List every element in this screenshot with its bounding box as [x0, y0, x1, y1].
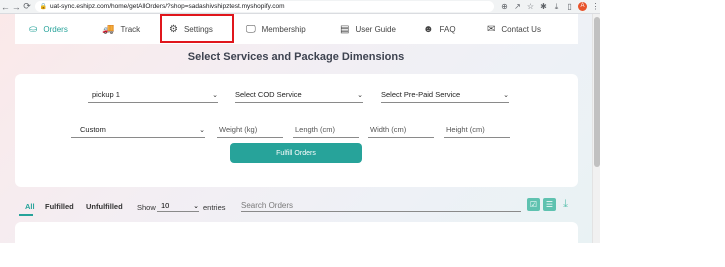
tab-all[interactable]: All	[25, 202, 35, 211]
tab-unfulfilled[interactable]: Unfulfilled	[86, 202, 123, 211]
nav-faq[interactable]: ☻ FAQ	[423, 14, 456, 44]
zoom-icon[interactable]: ⊕	[500, 2, 509, 11]
download-icon[interactable]: ⤓	[559, 198, 572, 211]
bulk-edit-icon[interactable]: ☑	[527, 198, 540, 211]
nav-contact-us[interactable]: ✉ Contact Us	[487, 14, 541, 44]
download-icon[interactable]: ⤓	[552, 2, 561, 12]
package-select-value: Custom	[80, 125, 106, 134]
pickup-select[interactable]: pickup 1 ⌄	[88, 87, 218, 103]
prepaid-service-select[interactable]: Select Pre-Paid Service ⌄	[381, 87, 509, 103]
nav-orders[interactable]: ⛀ Orders	[29, 14, 68, 44]
active-tab-indicator	[19, 214, 33, 216]
orders-filter-bar: All Fulfilled Unfulfilled Show 10 ⌄ entr…	[0, 198, 592, 216]
nav-user-guide[interactable]: ▤ User Guide	[340, 14, 396, 44]
document-icon: ▤	[340, 23, 350, 35]
address-bar[interactable]: 🔒 uat-sync.eshipz.com/home/getAllOrders/…	[35, 1, 495, 12]
width-placeholder: Width (cm)	[370, 125, 407, 134]
weight-placeholder: Weight (kg)	[219, 125, 258, 134]
entries-label: entries	[203, 203, 226, 212]
page-title: Select Services and Package Dimensions	[187, 51, 405, 63]
chevron-down-icon: ⌄	[193, 202, 199, 210]
reload-icon[interactable]: ⟳	[22, 1, 33, 13]
back-icon[interactable]: ←	[0, 1, 11, 13]
chevron-down-icon: ⌄	[212, 91, 218, 99]
height-input[interactable]: Height (cm)	[444, 122, 510, 138]
nav-contact-us-label: Contact Us	[501, 24, 541, 34]
cod-service-select[interactable]: Select COD Service ⌄	[235, 87, 363, 103]
envelope-icon: ✉	[487, 23, 496, 35]
sidepanel-icon[interactable]: ▯	[565, 2, 574, 11]
lock-icon: 🔒	[39, 4, 47, 10]
browser-toolbar: ← → ⟳ 🔒 uat-sync.eshipz.com/home/getAllO…	[0, 0, 600, 14]
dimensions-card: pickup 1 ⌄ Select COD Service ⌄ Select P…	[15, 74, 578, 187]
fulfill-orders-button[interactable]: Fulfill Orders	[230, 143, 362, 163]
entries-per-page-value: 10	[161, 201, 170, 210]
chevron-down-icon: ⌄	[199, 126, 205, 134]
profile-avatar[interactable]: A	[578, 2, 588, 11]
length-input[interactable]: Length (cm)	[293, 122, 359, 138]
nav-track-label: Track	[120, 24, 141, 34]
forward-icon[interactable]: →	[11, 1, 22, 13]
show-label: Show	[137, 203, 156, 212]
entries-per-page-select[interactable]: 10 ⌄	[157, 200, 199, 212]
chevron-down-icon: ⌄	[503, 91, 509, 99]
search-orders-input[interactable]: Search Orders	[241, 200, 521, 212]
nav-orders-label: Orders	[43, 24, 68, 34]
tab-fulfilled[interactable]: Fulfilled	[45, 202, 74, 211]
package-select[interactable]: Custom ⌄	[71, 122, 205, 138]
faq-icon: ☻	[423, 23, 434, 35]
orders-table-card	[15, 222, 578, 243]
height-placeholder: Height (cm)	[446, 125, 485, 134]
length-placeholder: Length (cm)	[295, 125, 336, 134]
search-orders-placeholder: Search Orders	[241, 201, 294, 210]
cod-service-select-value: Select COD Service	[235, 90, 302, 99]
chevron-down-icon: ⌄	[357, 91, 363, 99]
nav-membership-label: Membership	[261, 24, 306, 34]
share-icon[interactable]: ↗	[513, 2, 522, 11]
weight-input[interactable]: Weight (kg)	[217, 122, 283, 138]
list-view-icon[interactable]: ☰	[543, 198, 556, 211]
url-text: uat-sync.eshipz.com/home/getAllOrders/?s…	[49, 3, 285, 10]
orders-tray-icon: ⛀	[29, 23, 38, 35]
nav-track[interactable]: 🚚 Track	[102, 14, 140, 44]
page-content: ⛀ Orders 🚚 Track ⚙ Settings 🖵 Membership…	[0, 14, 592, 243]
extensions-icon[interactable]: ✱	[539, 2, 548, 11]
nav-faq-label: FAQ	[439, 24, 456, 34]
truck-icon: 🚚	[102, 23, 115, 35]
width-input[interactable]: Width (cm)	[368, 122, 434, 138]
menu-kebab-icon[interactable]: ⋮	[591, 2, 600, 11]
scrollbar-thumb[interactable]	[594, 17, 600, 167]
page-scrollbar[interactable]	[592, 14, 600, 243]
settings-highlight-box	[160, 14, 234, 43]
nav-membership[interactable]: 🖵 Membership	[246, 14, 306, 44]
bookmark-star-icon[interactable]: ☆	[526, 2, 535, 11]
pickup-select-value: pickup 1	[92, 90, 120, 99]
nav-user-guide-label: User Guide	[355, 24, 396, 34]
prepaid-service-select-value: Select Pre-Paid Service	[381, 90, 461, 99]
monitor-icon: 🖵	[246, 23, 256, 35]
top-nav: ⛀ Orders 🚚 Track ⚙ Settings 🖵 Membership…	[15, 14, 578, 44]
